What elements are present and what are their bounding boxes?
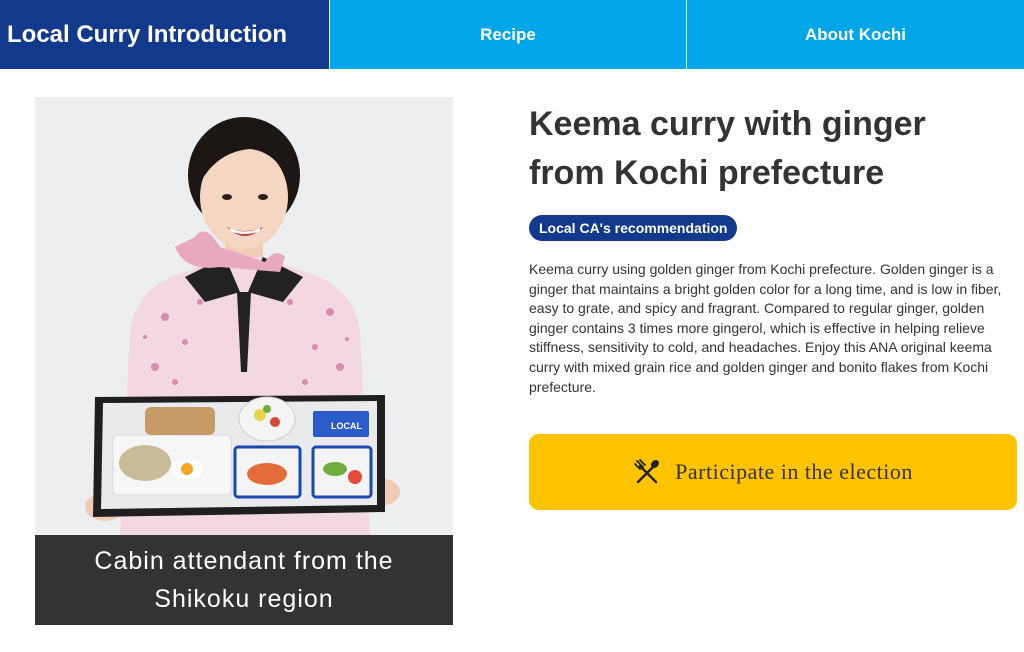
participate-election-button[interactable]: Participate in the election: [529, 434, 1017, 510]
curry-description: Keema curry using golden ginger from Koc…: [529, 261, 1002, 395]
recommendation-badge: Local CA's recommendation: [529, 215, 738, 241]
fork-knife-icon: [634, 459, 660, 484]
participate-election-label: Participate in the election: [675, 459, 913, 484]
nav-brand[interactable]: Local Curry Introduction: [0, 0, 330, 69]
top-nav: Local Curry Introduction Recipe About Ko…: [0, 0, 1024, 69]
tab-recipe[interactable]: Recipe: [330, 0, 687, 69]
tray-lid-text: LOCAL: [331, 421, 362, 431]
tab-about-kochi[interactable]: About Kochi: [687, 0, 1024, 69]
photo-caption: Cabin attendant from the Shikoku region: [35, 535, 453, 625]
page-title: Keema curry with ginger from Kochi prefe…: [529, 105, 926, 192]
cabin-attendant-illustration: LOCAL: [35, 97, 453, 535]
hero-photo: LOCAL: [35, 97, 453, 535]
